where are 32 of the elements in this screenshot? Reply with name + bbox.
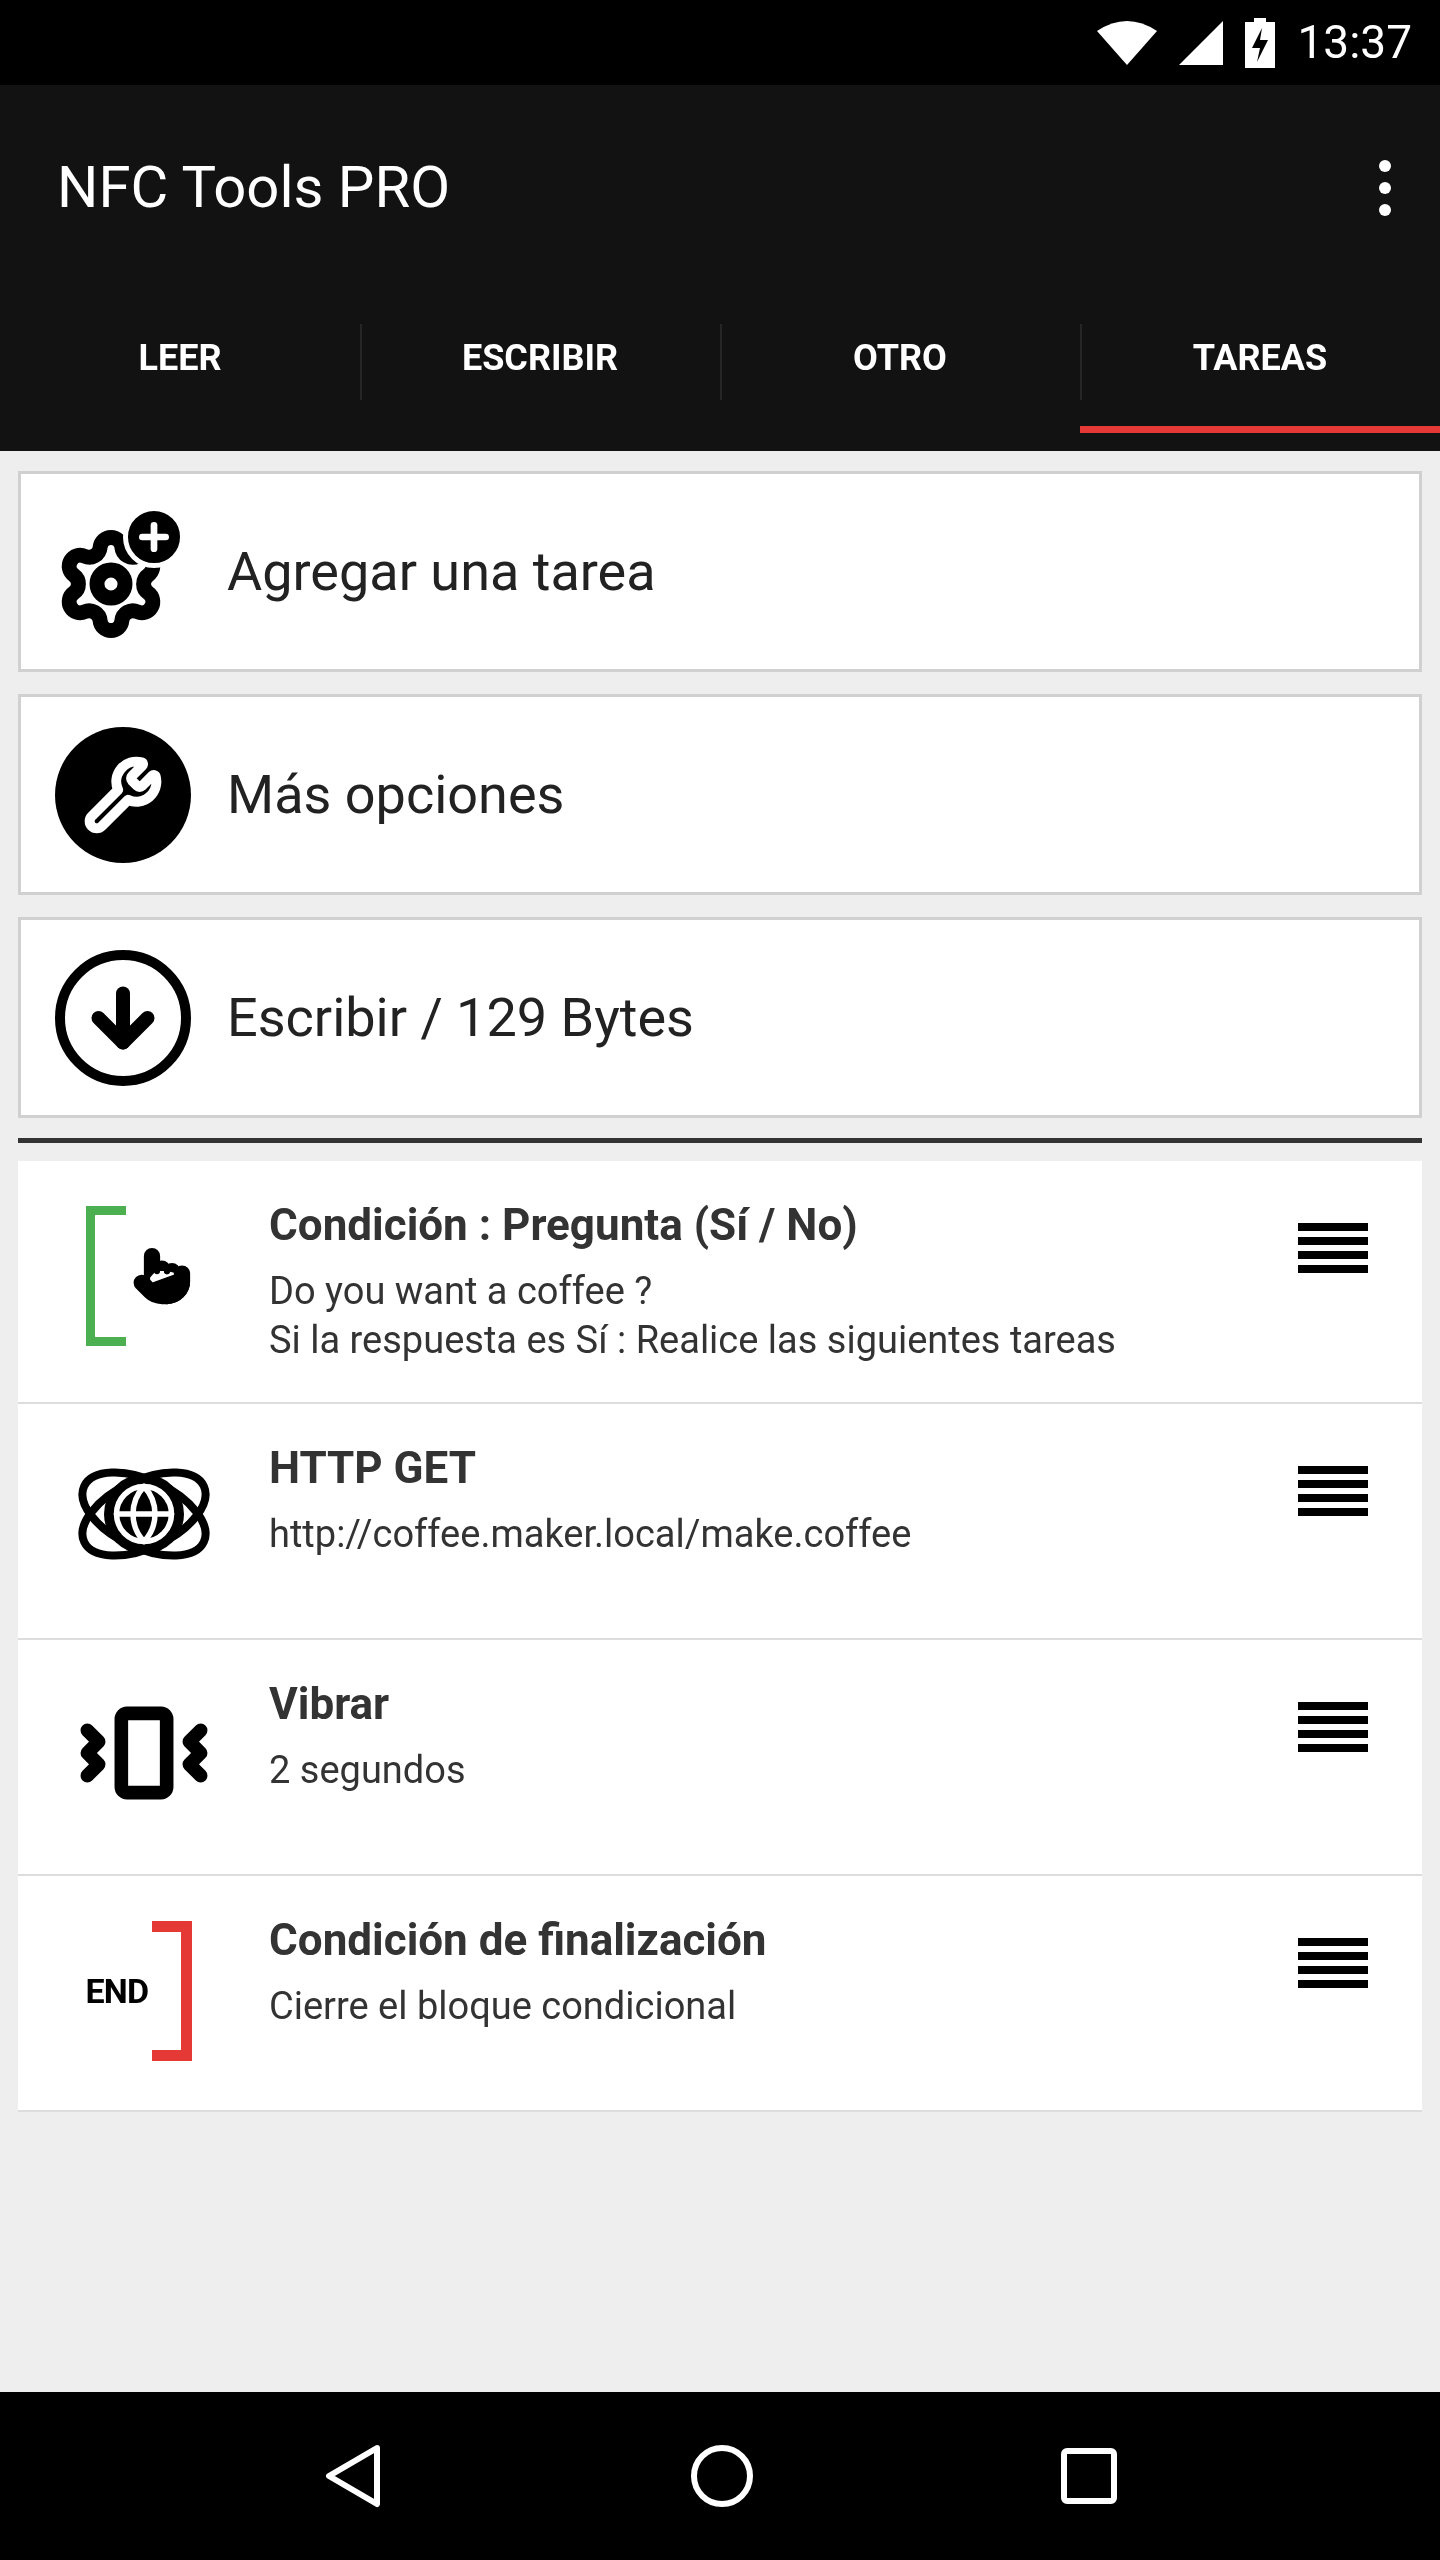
action-card[interactable]: Escribir / 129 Bytes — [18, 917, 1422, 1118]
task-description: Cierre el bloque condicional — [269, 1983, 738, 2030]
drag-handle-icon[interactable] — [1298, 1938, 1368, 1988]
task-title: HTTP GET — [269, 1442, 478, 1494]
task-description: Si la respuesta es Sí : Realice las siguientes tareas — [269, 1317, 1117, 1364]
tab[interactable]: OTRO — [720, 290, 1080, 433]
task-row[interactable]: Vibrar 2 segundos — [18, 1640, 1422, 1876]
wifi-icon — [1097, 20, 1158, 65]
battery-charging-icon — [1245, 17, 1276, 68]
tab[interactable]: LEER — [0, 290, 360, 433]
action-card[interactable]: Agregar una tarea — [18, 471, 1422, 672]
clock-time: 13:37 — [1297, 14, 1412, 71]
tab[interactable]: ESCRIBIR — [360, 290, 720, 433]
signal-icon — [1179, 20, 1224, 65]
task-title: Condición de finalización — [269, 1914, 768, 1966]
download-icon — [55, 949, 191, 1086]
drag-handle-icon[interactable] — [1298, 1223, 1368, 1273]
task-description: http://coffee.maker.local/make.coffee — [269, 1511, 913, 1558]
app-title: NFC Tools PRO — [57, 152, 451, 223]
action-card[interactable]: Más opciones — [18, 694, 1422, 895]
task-row[interactable]: HTTP GET http://coffee.maker.local/make.coffee — [18, 1404, 1422, 1640]
recents-icon[interactable] — [1060, 2448, 1117, 2504]
tab[interactable]: TAREAS — [1080, 290, 1440, 433]
task-description: Do you want a coffee ? — [269, 1268, 654, 1315]
task-row[interactable]: END Condición de finalización Cierre el bloque condicional — [18, 1876, 1422, 2112]
task-title: Vibrar — [269, 1678, 391, 1730]
task-row[interactable]: Condición : Pregunta (Sí / No) Do you want a coffee ? Si la respuesta es Sí : Realice las siguientes tareas — [18, 1161, 1422, 1404]
task-title: Condición : Pregunta (Sí / No) — [269, 1199, 859, 1251]
task-description: 2 segundos — [269, 1747, 467, 1794]
drag-handle-icon[interactable] — [1298, 1466, 1368, 1516]
drag-handle-icon[interactable] — [1298, 1702, 1368, 1752]
home-icon[interactable] — [690, 2444, 754, 2508]
